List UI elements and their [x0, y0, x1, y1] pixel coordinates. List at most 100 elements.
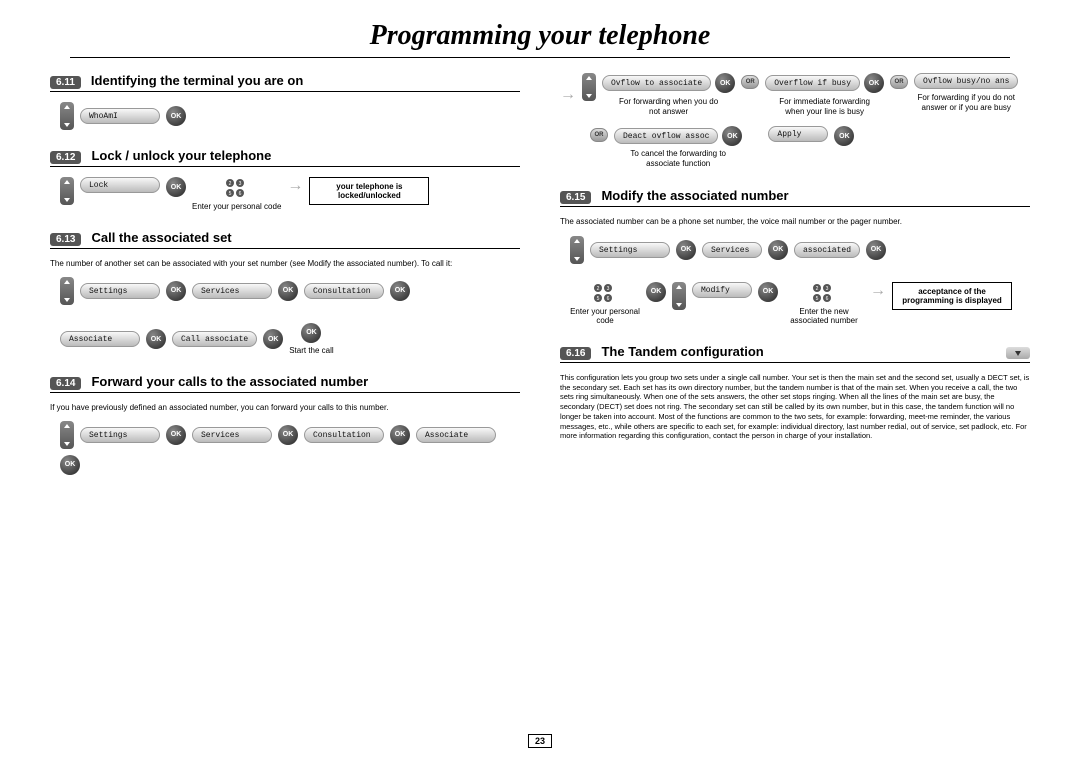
svg-text:3: 3	[607, 286, 610, 292]
menu-pill: Services	[192, 283, 272, 299]
keypad-icon: 2 3 5 6	[224, 177, 250, 199]
menu-pill: Ovflow busy/no ans	[914, 73, 1018, 89]
ok-button-icon: OK	[834, 126, 854, 146]
section-title: The Tandem configuration	[601, 344, 763, 359]
section-6-16: 6.16 The Tandem configuration This confi…	[560, 344, 1030, 441]
section-6-14: 6.14 Forward your calls to the associate…	[50, 374, 520, 475]
ok-button-icon: OK	[263, 329, 283, 349]
section-num: 6.16	[560, 347, 591, 360]
menu-pill: Settings	[590, 242, 670, 258]
svg-text:6: 6	[607, 296, 610, 302]
section-6-12: 6.12 Lock / unlock your telephone Lock O…	[50, 148, 520, 212]
ok-button-icon: OK	[758, 282, 778, 302]
section-title: Identifying the terminal you are on	[91, 73, 303, 88]
arrow-right-icon: →	[560, 86, 576, 104]
svg-text:6: 6	[826, 296, 829, 302]
ok-button-icon: OK	[866, 240, 886, 260]
ok-button-icon: OK	[768, 240, 788, 260]
menu-pill: Consultation	[304, 283, 384, 299]
menu-pill: Consultation	[304, 427, 384, 443]
menu-pill: Associate	[60, 331, 140, 347]
scroll-more-icon	[1006, 347, 1030, 359]
arrow-right-icon: →	[870, 282, 886, 300]
section-note: If you have previously defined an associ…	[50, 403, 520, 413]
nav-updown-icon	[672, 282, 686, 310]
section-num: 6.11	[50, 76, 81, 89]
svg-text:2: 2	[228, 181, 231, 187]
menu-pill: WhoAmI	[80, 108, 160, 124]
section-num: 6.14	[50, 377, 81, 390]
deactivate-row: OR Deact ovflow assoc OK To cancel the f…	[590, 126, 1030, 168]
step-caption: Enter your personal code	[192, 202, 281, 212]
svg-text:2: 2	[816, 286, 819, 292]
menu-pill: Apply	[768, 126, 828, 142]
section-num: 6.15	[560, 191, 591, 204]
ok-button-icon: OK	[864, 73, 884, 93]
nav-updown-icon	[60, 102, 74, 130]
ok-button-icon: OK	[146, 329, 166, 349]
menu-pill: Services	[192, 427, 272, 443]
ok-button-icon: OK	[722, 126, 742, 146]
section-title: Forward your calls to the associated num…	[91, 374, 368, 389]
ok-button-icon: OK	[390, 281, 410, 301]
menu-pill: Associate	[416, 427, 496, 443]
page-title: Programming your telephone	[50, 20, 1030, 52]
nav-updown-icon	[570, 236, 584, 264]
section-note: The associated number can be a phone set…	[560, 217, 1030, 227]
section-num: 6.12	[50, 151, 81, 164]
section-title: Lock / unlock your telephone	[91, 148, 271, 163]
page-number: 23	[528, 734, 552, 748]
svg-text:2: 2	[597, 286, 600, 292]
ok-button-icon: OK	[715, 73, 735, 93]
svg-text:3: 3	[238, 181, 241, 187]
nav-updown-icon	[60, 421, 74, 449]
overflow-options-row: → Ovflow to associate OK For forwarding …	[560, 73, 1030, 116]
section-note: The number of another set can be associa…	[50, 259, 520, 269]
arrow-right-icon: →	[287, 177, 303, 195]
result-box: your telephone is locked/unlocked	[309, 177, 429, 205]
ok-button-icon: OK	[278, 425, 298, 445]
ok-button-icon: OK	[646, 282, 666, 302]
ok-button-icon: OK	[60, 455, 80, 475]
ok-button-icon: OK	[166, 106, 186, 126]
section-title: Modify the associated number	[601, 188, 788, 203]
tandem-body-text: This configuration lets you group two se…	[560, 373, 1030, 441]
section-title: Call the associated set	[91, 230, 231, 245]
menu-pill: Deact ovflow assoc	[614, 128, 718, 144]
svg-text:3: 3	[826, 286, 829, 292]
ok-button-icon: OK	[166, 425, 186, 445]
keypad-icon: 2 3 5 6	[811, 282, 837, 304]
menu-pill: Overflow if busy	[765, 75, 860, 91]
ok-button-icon: OK	[301, 323, 321, 343]
section-6-11: 6.11 Identifying the terminal you are on…	[50, 73, 520, 130]
section-6-13: 6.13 Call the associated set The number …	[50, 230, 520, 356]
step-caption: Start the call	[289, 346, 333, 356]
left-column: 6.11 Identifying the terminal you are on…	[50, 73, 520, 493]
ok-button-icon: OK	[166, 177, 186, 197]
svg-text:5: 5	[816, 296, 819, 302]
svg-text:6: 6	[238, 191, 241, 197]
section-num: 6.13	[50, 233, 81, 246]
right-column: → Ovflow to associate OK For forwarding …	[560, 73, 1030, 493]
title-rule	[70, 57, 1010, 58]
menu-pill: Services	[702, 242, 762, 258]
step-caption: Enter the new associated number	[784, 307, 864, 326]
keypad-icon: 2356	[592, 282, 618, 304]
menu-pill: Settings	[80, 427, 160, 443]
nav-updown-icon	[60, 177, 74, 205]
ok-button-icon: OK	[166, 281, 186, 301]
menu-pill: Ovflow to associate	[602, 75, 711, 91]
nav-updown-icon	[60, 277, 74, 305]
step-caption: For forwarding when you do not answer	[614, 97, 724, 116]
menu-pill: Settings	[80, 283, 160, 299]
step-caption: For immediate forwarding when your line …	[775, 97, 875, 116]
step-caption: For forwarding if you do not answer or i…	[916, 93, 1016, 112]
section-6-15: 6.15 Modify the associated number The as…	[560, 188, 1030, 326]
or-label-icon: OR	[890, 75, 908, 89]
ok-button-icon: OK	[278, 281, 298, 301]
step-caption: Enter your personal code	[570, 307, 640, 326]
svg-text:5: 5	[228, 191, 231, 197]
ok-button-icon: OK	[676, 240, 696, 260]
menu-pill: Call associate	[172, 331, 257, 347]
or-label-icon: OR	[590, 128, 608, 142]
